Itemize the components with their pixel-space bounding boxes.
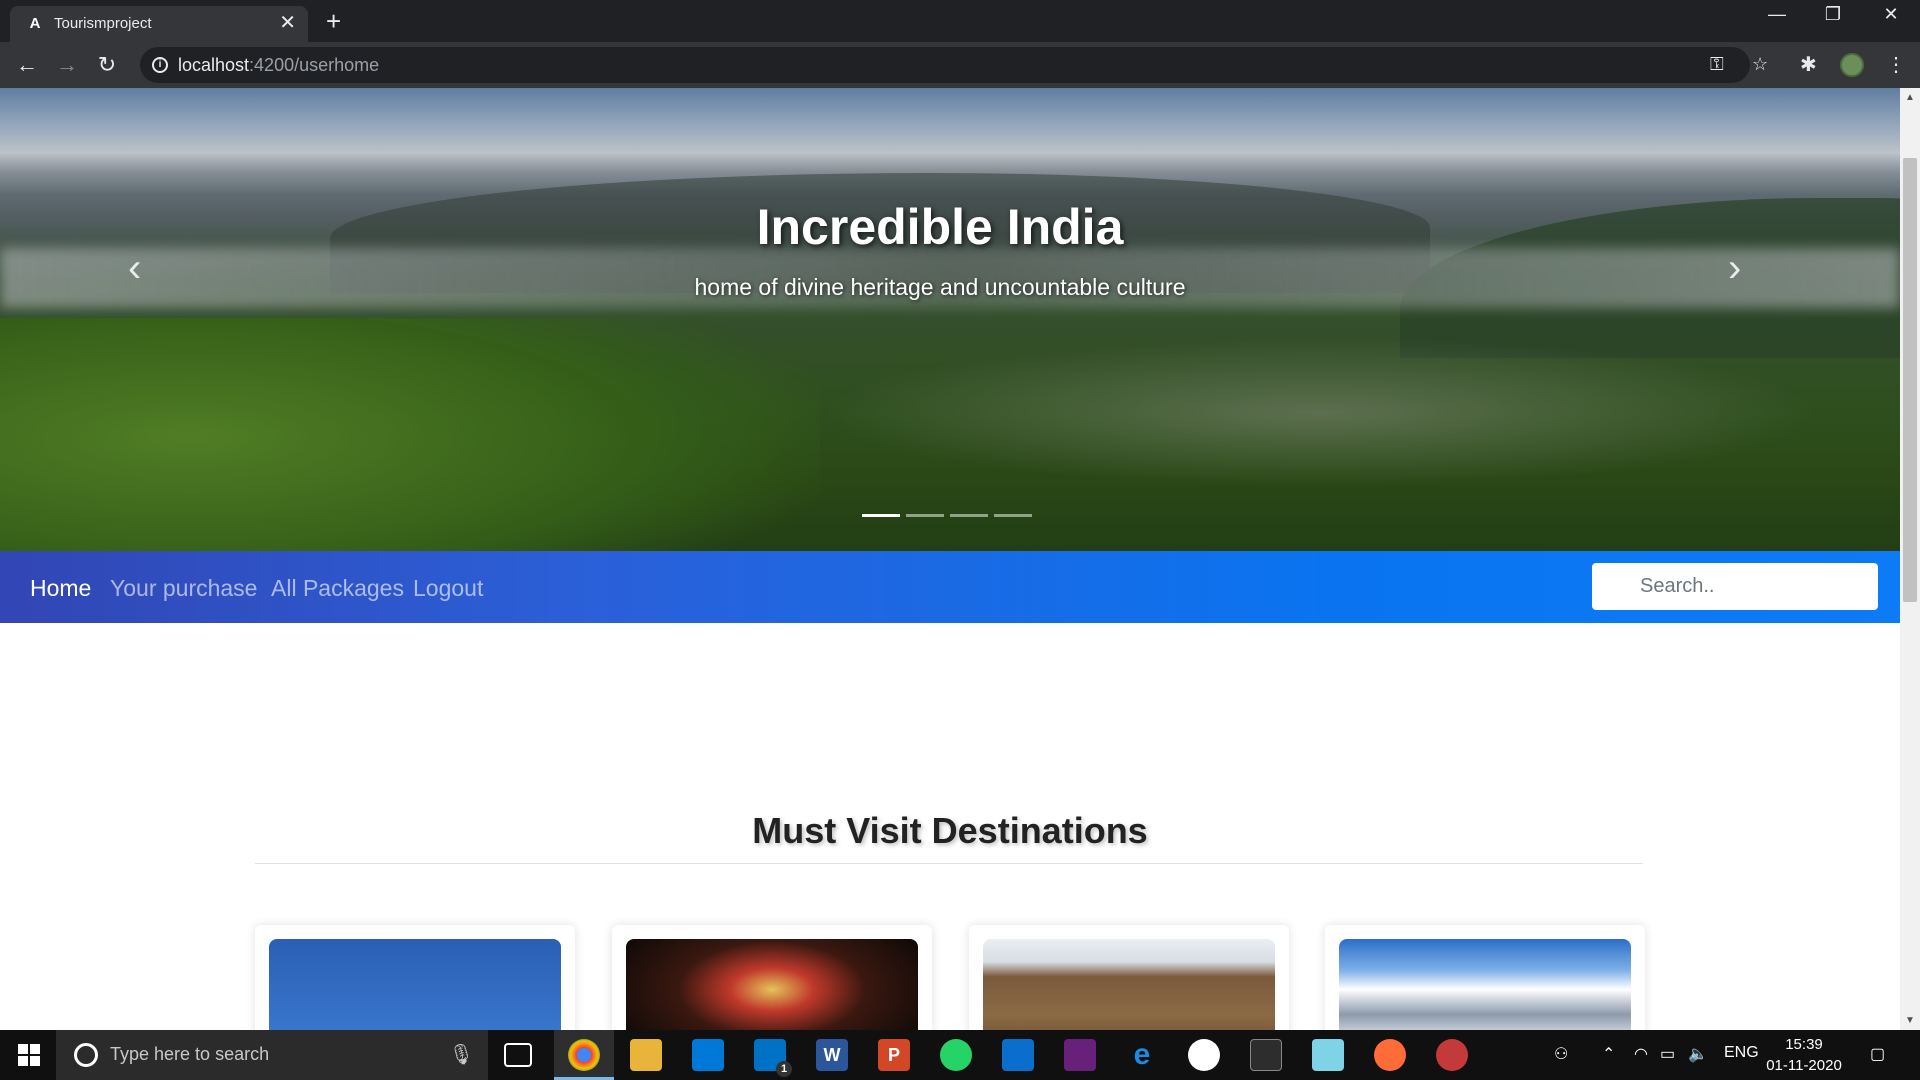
destination-card[interactable] (1325, 925, 1645, 1030)
language-indicator[interactable]: ENG (1724, 1044, 1759, 1062)
volume-icon[interactable]: 🔈 (1688, 1044, 1708, 1064)
windows-start-icon[interactable] (18, 1044, 40, 1066)
microphone-icon[interactable]: 🎙 (449, 1042, 474, 1067)
carousel-indicator[interactable] (906, 514, 944, 517)
address-bar[interactable]: i localhost:4200/userhome ⚿ ☆ (140, 47, 1768, 83)
chrome-icon[interactable] (568, 1039, 600, 1071)
browser-titlebar: A Tourismproject ✕ + — ❐ ✕ (0, 0, 1920, 42)
nav-logout[interactable]: Logout (413, 575, 483, 602)
notes-app-icon[interactable] (1312, 1039, 1344, 1071)
nav-all-packages[interactable]: All Packages (271, 575, 404, 602)
url-text: localhost:4200/userhome (178, 55, 379, 76)
notifications-icon[interactable]: ▢ (1870, 1044, 1885, 1064)
windows-taskbar: Type here to search 🎙 1 W P e ⚇ ⌃ ◠ ▭ 🔈 … (0, 1030, 1920, 1080)
mongodb-icon[interactable] (1188, 1039, 1220, 1071)
scroll-thumb[interactable] (1903, 158, 1917, 602)
back-icon[interactable]: ← (12, 50, 42, 80)
cortana-icon[interactable] (74, 1043, 98, 1067)
card-image-dancer (626, 939, 918, 1030)
destination-card[interactable] (612, 925, 932, 1030)
people-icon[interactable]: ⚇ (1554, 1044, 1568, 1064)
reload-icon[interactable]: ↻ (92, 50, 122, 80)
page-scrollbar[interactable]: ▲ ▼ (1900, 88, 1920, 1030)
menu-kebab-icon[interactable]: ⋮ (1886, 52, 1906, 77)
site-info-icon[interactable]: i (152, 57, 168, 73)
tab-title: Tourismproject (54, 15, 152, 32)
file-explorer-icon[interactable] (630, 1039, 662, 1071)
mail-icon[interactable]: 1 (754, 1039, 792, 1077)
restore-icon[interactable]: ❐ (1818, 4, 1848, 25)
search-input[interactable] (1592, 563, 1878, 610)
powerpoint-icon[interactable]: P (878, 1039, 910, 1071)
word-icon[interactable]: W (816, 1039, 848, 1071)
extensions-puzzle-icon[interactable]: ✱ (1800, 52, 1817, 77)
minimize-icon[interactable]: — (1762, 4, 1792, 25)
scroll-down-arrow-icon[interactable]: ▼ (1905, 1015, 1915, 1026)
hero-subtitle: home of divine heritage and uncountable … (694, 274, 1186, 300)
profile-avatar[interactable] (1840, 53, 1864, 77)
destination-card[interactable] (255, 925, 575, 1030)
postman-icon[interactable] (1374, 1039, 1406, 1071)
whatsapp-icon[interactable] (940, 1039, 972, 1071)
mail-badge: 1 (776, 1061, 792, 1077)
taskbar-search-placeholder: Type here to search (110, 1044, 270, 1064)
tray-expand-icon[interactable]: ⌃ (1602, 1044, 1615, 1064)
section-divider (255, 863, 1643, 864)
wifi-icon[interactable]: ◠ (1634, 1044, 1648, 1064)
tab-close-icon[interactable]: ✕ (279, 12, 296, 34)
carousel-next-icon[interactable]: › (1728, 248, 1741, 288)
clock-date: 01-11-2020 (1766, 1057, 1842, 1074)
bookmark-star-icon[interactable]: ☆ (1752, 54, 1768, 75)
carousel-prev-icon[interactable]: ‹ (128, 248, 141, 288)
forward-icon[interactable]: → (52, 50, 82, 80)
nav-home[interactable]: Home (30, 575, 91, 602)
visual-studio-icon[interactable] (1064, 1039, 1096, 1071)
hero-carousel: Incredible India home of divine heritage… (0, 88, 1900, 551)
url-path: :4200/userhome (249, 55, 380, 75)
key-icon[interactable]: ⚿ (1710, 54, 1724, 75)
paint-icon[interactable] (1436, 1039, 1468, 1071)
section-title: Must Visit Destinations (752, 810, 1148, 851)
clock-time: 15:39 (1785, 1036, 1823, 1053)
taskbar-clock[interactable]: 15:39 01-11-2020 (1766, 1034, 1842, 1076)
carousel-indicator[interactable] (862, 514, 900, 517)
main-navbar: Home Your purchase All Packages Logout (0, 551, 1900, 623)
hero-title: Incredible India (756, 199, 1124, 255)
card-image-sky (269, 939, 561, 1030)
terminal-icon[interactable] (1250, 1039, 1282, 1071)
page-viewport: Incredible India home of divine heritage… (0, 88, 1900, 1030)
edge-icon[interactable]: e (1126, 1039, 1158, 1071)
battery-icon[interactable]: ▭ (1660, 1044, 1675, 1064)
scroll-up-arrow-icon[interactable]: ▲ (1905, 92, 1915, 103)
url-host: localhost (178, 55, 250, 75)
vscode-icon[interactable] (1002, 1039, 1034, 1071)
browser-toolbar: ← → ↻ i localhost:4200/userhome ⚿ ☆ ✱ ⋮ (0, 42, 1920, 88)
carousel-indicator[interactable] (950, 514, 988, 517)
nav-your-purchase[interactable]: Your purchase (110, 575, 257, 602)
hero-overlay (0, 88, 1900, 551)
new-tab-icon[interactable]: + (326, 7, 341, 35)
window-close-icon[interactable]: ✕ (1876, 4, 1906, 25)
destination-card[interactable] (969, 925, 1289, 1030)
tab-favicon-icon: A (29, 15, 41, 32)
card-image-ruins (983, 939, 1275, 1030)
browser-tab[interactable]: A Tourismproject ✕ (10, 6, 308, 42)
store-icon[interactable] (692, 1039, 724, 1071)
card-image-mountains (1339, 939, 1631, 1030)
taskbar-search[interactable]: Type here to search 🎙 (56, 1030, 488, 1080)
carousel-indicator[interactable] (994, 514, 1032, 517)
task-view-icon[interactable] (504, 1043, 532, 1067)
